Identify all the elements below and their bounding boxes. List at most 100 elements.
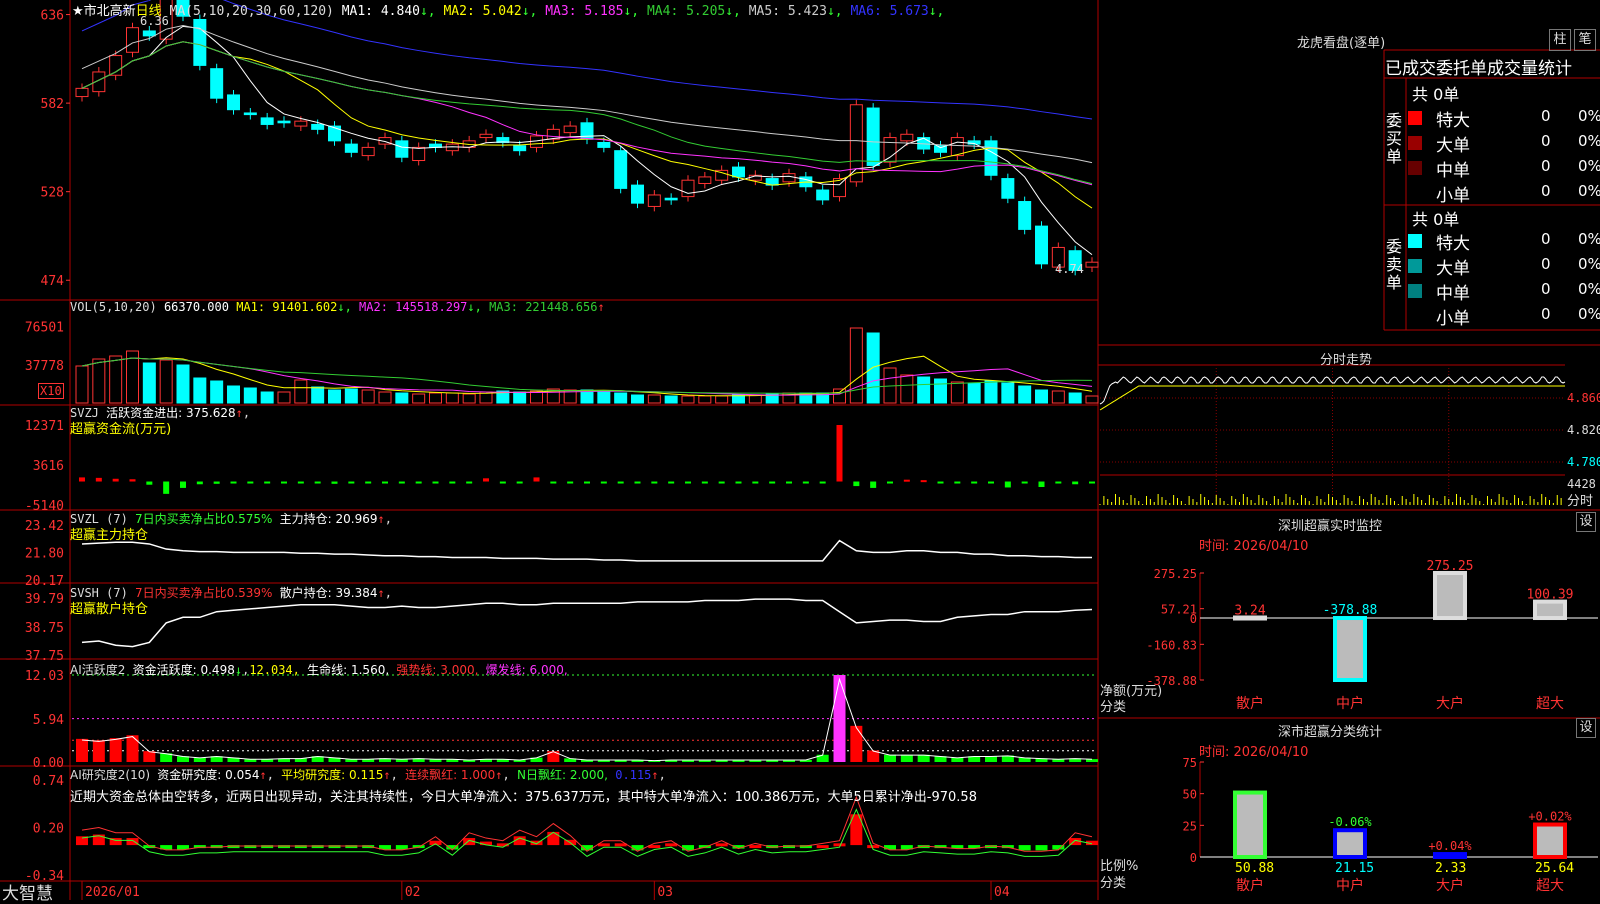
net-flow-bar (668, 481, 675, 484)
net-flow-bar (853, 481, 860, 487)
volume-bar (210, 380, 224, 404)
volume-bar (395, 392, 409, 404)
candle-body (664, 197, 678, 201)
candle-body (1068, 250, 1082, 271)
candle-body (984, 140, 998, 176)
net-flow-bar (701, 481, 708, 484)
research-bar (749, 845, 762, 849)
volume-bar (159, 359, 173, 404)
sz-monitor-tick: -378.88 (1146, 674, 1197, 688)
sz-monitor-value-label: 3.24 (1234, 603, 1265, 618)
candle-body (176, 0, 190, 17)
stock-chart-canvas[interactable]: 636 582 528 474 76501 37778 12371 3616 -5140 23.4… (0, 0, 1600, 900)
sh-stats-tick: 50 (1183, 788, 1197, 802)
activity-line (81, 677, 1093, 762)
candle-body (681, 179, 695, 198)
sh-settings-button[interactable]: 设 (1576, 718, 1596, 738)
activity-bar (109, 738, 122, 762)
candle-body (479, 133, 493, 139)
net-flow-bar (365, 481, 372, 484)
volume-bar (631, 394, 644, 404)
sh-stats-category: 中户 (1336, 877, 1364, 894)
tick-mode-button[interactable]: 笔 (1574, 29, 1596, 51)
x-tick-label: 02 (405, 885, 421, 900)
net-flow-bar (281, 481, 287, 484)
vol-tick: 76501 (25, 320, 64, 335)
net-flow-bar (516, 481, 523, 484)
volume-bar (748, 394, 762, 404)
candle-body (227, 94, 240, 111)
ai2-tick: 0.20 (33, 822, 64, 837)
volume-bar (361, 389, 375, 404)
svzj-tick: 3616 (33, 459, 64, 474)
net-flow-bar (937, 481, 944, 484)
volume-bar (328, 389, 341, 404)
net-flow-bar (735, 481, 742, 484)
net-flow-bar (213, 481, 220, 484)
volume-bar (75, 365, 89, 404)
sz-monitor-value-label: -378.88 (1323, 603, 1378, 618)
volume-bar (597, 390, 611, 404)
candle-body (395, 140, 409, 158)
candle-body (883, 137, 897, 163)
sh-stats-tick: 0 (1190, 851, 1197, 865)
sz-monitor-bar (1533, 599, 1567, 621)
net-flow-bar (1021, 481, 1028, 484)
price-tick: 528 (41, 186, 64, 201)
candle-body (513, 145, 527, 152)
net-flow-bar (483, 478, 489, 482)
candle-body (311, 123, 325, 130)
svzl-tick: 20.17 (25, 574, 64, 589)
volume-bar (967, 382, 981, 404)
research-bar (816, 845, 829, 849)
net-flow-bar (163, 481, 170, 494)
volume-bar (1018, 385, 1032, 404)
ai1-tick: 5.94 (33, 713, 64, 728)
sh-stats-change-label: +0.04% (1428, 839, 1472, 853)
sh-stats-tick: 25 (1183, 819, 1197, 833)
candle-body (1051, 246, 1065, 268)
candle-body (1001, 178, 1015, 199)
research-bar (867, 845, 880, 849)
ai2-tick: 0.74 (33, 774, 64, 789)
net-flow-bar (466, 481, 473, 484)
svzj-tick: -5140 (25, 499, 64, 514)
candle-body (782, 173, 796, 183)
net-flow-bar (1055, 481, 1062, 484)
candle-body (597, 141, 611, 148)
sh-stats-change-label: +0.02% (1528, 810, 1572, 824)
net-flow-bar (432, 481, 439, 484)
intraday-price-line (1099, 376, 1566, 405)
net-flow-bar (819, 481, 826, 484)
volume-bar (513, 391, 527, 404)
candle-body (328, 125, 341, 142)
volume-bar (1001, 382, 1015, 404)
volume-bar (193, 377, 207, 404)
net-flow-bar (230, 481, 237, 484)
bar-mode-button[interactable]: 柱 (1549, 29, 1571, 51)
net-flow-bar (112, 478, 119, 482)
candle-body (126, 27, 139, 53)
research-bar (126, 838, 139, 846)
sz-monitor-tick: 275.25 (1154, 567, 1197, 581)
volume-bar (260, 391, 274, 404)
research-bar (547, 831, 560, 846)
sh-stats-bar (1433, 852, 1467, 859)
volume-bar (614, 392, 628, 404)
net-flow-bar (146, 481, 153, 485)
net-flow-bar (331, 481, 338, 484)
candle-body (344, 143, 358, 153)
net-flow-bar (264, 481, 271, 484)
ai1-tick: 0.00 (33, 756, 64, 771)
intraday-vol-tick: 4428 (1567, 477, 1596, 491)
candle-body (900, 133, 914, 142)
volume-bar (462, 393, 476, 404)
retail-hold-line (81, 598, 1093, 648)
sz-monitor-category: 中户 (1336, 695, 1364, 712)
activity-bar (900, 754, 913, 762)
sz-monitor-tick: -160.83 (1146, 638, 1197, 652)
sh-stats-change-label: -0.06% (1328, 815, 1372, 829)
sz-settings-button[interactable]: 设 (1576, 512, 1596, 532)
volume-bar (849, 327, 863, 404)
net-flow-bar (247, 481, 254, 484)
